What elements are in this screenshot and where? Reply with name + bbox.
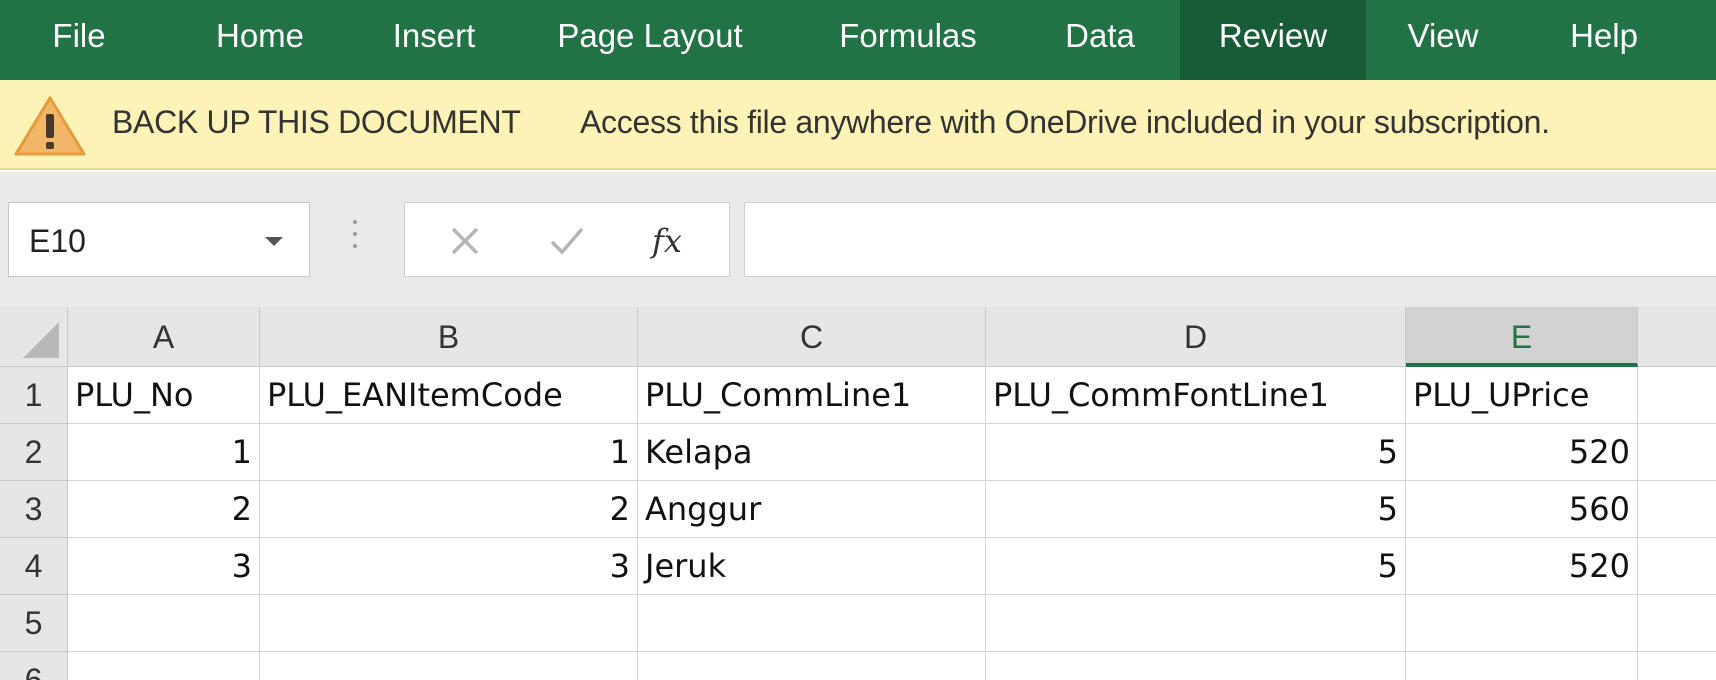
tab-help[interactable]: Help (1552, 0, 1656, 80)
row-header-6[interactable]: 6 (0, 652, 68, 680)
cell-b2[interactable]: 1 (260, 424, 638, 481)
formula-bar-grip[interactable] (352, 220, 358, 260)
warning-icon (14, 96, 86, 156)
tab-page-layout[interactable]: Page Layout (544, 0, 756, 80)
enter-button[interactable] (527, 203, 607, 278)
name-box-value: E10 (29, 223, 86, 259)
cell-f1[interactable] (1638, 367, 1716, 424)
tab-formulas[interactable]: Formulas (820, 0, 996, 80)
cell-e6[interactable] (1406, 652, 1638, 680)
cell-c2[interactable]: Kelapa (638, 424, 986, 481)
row-header-2[interactable]: 2 (0, 424, 68, 481)
row-header-4[interactable]: 4 (0, 538, 68, 595)
cell-c1[interactable]: PLU_CommLine1 (638, 367, 986, 424)
cell-a6[interactable] (68, 652, 260, 680)
cell-d2[interactable]: 5 (986, 424, 1406, 481)
cell-a5[interactable] (68, 595, 260, 652)
cell-c5[interactable] (638, 595, 986, 652)
cell-d1[interactable]: PLU_CommFontLine1 (986, 367, 1406, 424)
message-title: BACK UP THIS DOCUMENT (112, 104, 521, 140)
ribbon-tab-bar: File Home Insert Page Layout Formulas Da… (0, 0, 1716, 80)
cell-b6[interactable] (260, 652, 638, 680)
tab-insert[interactable]: Insert (370, 0, 498, 80)
cell-f4[interactable] (1638, 538, 1716, 595)
row-header-3[interactable]: 3 (0, 481, 68, 538)
cell-f6[interactable] (1638, 652, 1716, 680)
tab-file[interactable]: File (30, 0, 128, 80)
column-header-e[interactable]: E (1406, 307, 1638, 367)
formula-buttons: fx (404, 202, 730, 277)
cell-d6[interactable] (986, 652, 1406, 680)
formula-input[interactable] (744, 202, 1716, 277)
cell-b1[interactable]: PLU_EANItemCode (260, 367, 638, 424)
column-header-d[interactable]: D (986, 307, 1406, 367)
formula-area: E10 fx (0, 172, 1716, 307)
cell-f2[interactable] (1638, 424, 1716, 481)
cell-f5[interactable] (1638, 595, 1716, 652)
cancel-button[interactable] (425, 203, 505, 278)
function-icon: fx (652, 221, 682, 260)
column-header-b[interactable]: B (260, 307, 638, 367)
column-header-f[interactable] (1638, 307, 1716, 367)
close-icon (451, 227, 479, 254)
cell-e5[interactable] (1406, 595, 1638, 652)
cell-a3[interactable]: 2 (68, 481, 260, 538)
cell-d4[interactable]: 5 (986, 538, 1406, 595)
spreadsheet-grid: A B C D E 1 PLU_No PLU_EANItemCode PLU_C… (0, 307, 1716, 680)
cell-c4[interactable]: Jeruk (638, 538, 986, 595)
tab-data[interactable]: Data (1050, 0, 1150, 80)
cell-e4[interactable]: 520 (1406, 538, 1638, 595)
cell-b5[interactable] (260, 595, 638, 652)
cell-d5[interactable] (986, 595, 1406, 652)
insert-function-button[interactable]: fx (627, 203, 707, 278)
message-bar: BACK UP THIS DOCUMENT Access this file a… (0, 80, 1716, 170)
cell-c6[interactable] (638, 652, 986, 680)
cell-e2[interactable]: 520 (1406, 424, 1638, 481)
select-all-button[interactable] (0, 307, 68, 367)
cell-d3[interactable]: 5 (986, 481, 1406, 538)
check-icon (550, 227, 584, 255)
tab-view[interactable]: View (1390, 0, 1496, 80)
cell-a4[interactable]: 3 (68, 538, 260, 595)
message-text: Access this file anywhere with OneDrive … (580, 104, 1550, 140)
cell-e1[interactable]: PLU_UPrice (1406, 367, 1638, 424)
column-header-c[interactable]: C (638, 307, 986, 367)
cell-a1[interactable]: PLU_No (68, 367, 260, 424)
column-header-a[interactable]: A (68, 307, 260, 367)
tab-review[interactable]: Review (1180, 0, 1366, 80)
tab-home[interactable]: Home (190, 0, 330, 80)
chevron-down-icon[interactable] (265, 237, 283, 246)
row-header-5[interactable]: 5 (0, 595, 68, 652)
name-box[interactable]: E10 (8, 202, 310, 277)
cell-e3[interactable]: 560 (1406, 481, 1638, 538)
cell-b4[interactable]: 3 (260, 538, 638, 595)
cell-b3[interactable]: 2 (260, 481, 638, 538)
cell-f3[interactable] (1638, 481, 1716, 538)
cell-c3[interactable]: Anggur (638, 481, 986, 538)
row-header-1[interactable]: 1 (0, 367, 68, 424)
cell-a2[interactable]: 1 (68, 424, 260, 481)
